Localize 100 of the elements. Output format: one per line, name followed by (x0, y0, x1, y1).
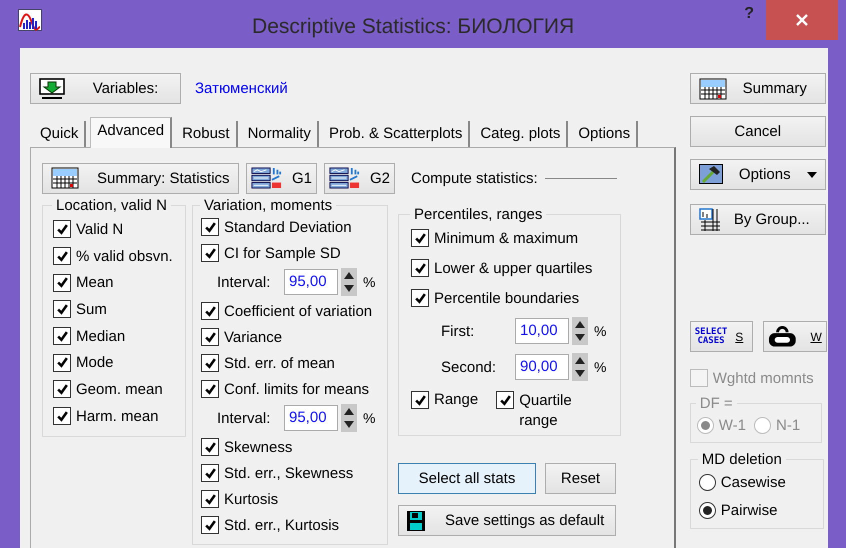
tab[interactable]: Robust (176, 121, 238, 147)
graphs-icon (251, 166, 282, 190)
checkbox-label: Kurtosis (224, 490, 278, 508)
side-button[interactable]: Cancel (690, 116, 826, 147)
field-label: First: (441, 322, 476, 340)
radio-label: N-1 (776, 416, 800, 434)
side-button[interactable]: Summary (690, 73, 826, 104)
tab[interactable]: Advanced (90, 117, 172, 148)
checkbox[interactable] (53, 354, 71, 372)
checkbox[interactable] (201, 380, 219, 398)
side-button[interactable]: By Group... (690, 204, 826, 235)
checkbox-label: Conf. limits for means (224, 380, 370, 398)
checkbox[interactable] (53, 327, 71, 346)
spinner[interactable] (341, 404, 357, 432)
tab[interactable]: Prob. & Scatterplots (322, 121, 470, 147)
tab[interactable]: Quick (34, 121, 86, 147)
checkbox-label: Lower & upper quartiles (434, 260, 592, 276)
side-button[interactable]: Options (690, 159, 826, 190)
radio-button[interactable] (698, 474, 716, 490)
checkbox-label: Std. err., Kurtosis (224, 516, 340, 534)
checkbox-label: Quartile range (519, 391, 573, 431)
checkbox-label: Median (76, 328, 126, 345)
group-title: Variation, moments (203, 197, 334, 214)
checkbox-label: Std. err. of mean (224, 354, 335, 372)
graph-button[interactable]: G2 (324, 162, 395, 194)
checkbox[interactable] (411, 229, 429, 247)
checkbox-label: Mean (76, 274, 114, 292)
checkbox[interactable] (201, 244, 219, 262)
checkbox[interactable] (53, 300, 71, 318)
checkbox-label: Mode (76, 354, 114, 372)
summary-statistics-button[interactable]: Summary: Statistics (42, 162, 239, 194)
checkbox-label: Coefficient of variation (224, 302, 372, 320)
checkbox[interactable] (201, 302, 219, 320)
field-label: Interval: (217, 274, 272, 290)
tab[interactable]: Options (572, 121, 638, 147)
checkbox-label: Std. err., Skewness (224, 464, 354, 482)
unit-label: % (363, 410, 376, 426)
group-title: DF = (698, 395, 734, 412)
unit-label: % (594, 359, 606, 375)
checkbox[interactable] (201, 328, 219, 346)
checkbox-label: Percentile boundaries (434, 290, 580, 306)
checkbox-label: Standard Deviation (224, 218, 352, 236)
tab[interactable]: Categ. plots (474, 121, 568, 147)
checkbox[interactable] (53, 220, 71, 238)
close-button[interactable] (766, 0, 838, 40)
grouping-icon (698, 208, 721, 232)
select-cases-icon: SELECT CASES (694, 328, 728, 346)
checkbox[interactable] (53, 274, 71, 292)
spinner[interactable] (572, 317, 588, 345)
checkbox[interactable] (201, 464, 219, 482)
dropdown-arrow-icon (806, 172, 817, 178)
checkbox[interactable] (53, 247, 71, 266)
checkbox-label: Variance (224, 328, 282, 346)
spinner[interactable] (341, 268, 357, 296)
number-field[interactable]: 95,00 (284, 405, 338, 431)
window-title: Descriptive Statistics: БИОЛОГИЯ (251, 14, 576, 38)
group-title: MD deletion (700, 451, 783, 468)
close-icon (795, 13, 809, 27)
checkbox[interactable] (201, 354, 219, 372)
checkbox-label: Range (434, 391, 478, 408)
checkbox-label: Minimum & maximum (434, 230, 578, 246)
checkbox-label: CI for Sample SD (224, 244, 341, 262)
radio-button[interactable] (698, 502, 716, 518)
checkbox[interactable] (496, 391, 514, 409)
unit-label: % (594, 323, 606, 339)
graphs-icon (329, 166, 360, 190)
field-label: Interval: (217, 410, 272, 426)
select-all-button[interactable]: Select all stats (398, 463, 536, 494)
variables-button[interactable]: Variables: (30, 73, 181, 104)
number-field[interactable]: 95,00 (284, 269, 338, 295)
field-label: Second: (441, 358, 498, 376)
checkbox[interactable] (411, 391, 429, 409)
checkbox-label: Geom. mean (76, 380, 163, 398)
checkbox[interactable] (53, 380, 71, 398)
variables-value: Затюменский (195, 80, 288, 97)
radio-label: Pairwise (720, 502, 778, 518)
number-field[interactable]: 10,00 (515, 318, 569, 344)
checkbox[interactable] (201, 438, 219, 456)
checkbox-label: Harm. mean (76, 408, 159, 425)
unit-label: % (363, 274, 376, 290)
save-default-button[interactable]: Save settings as default (398, 505, 616, 536)
checkbox[interactable] (53, 407, 71, 426)
tab[interactable]: Normality (242, 121, 319, 147)
checkbox[interactable] (201, 516, 219, 534)
chart-icon (18, 9, 42, 31)
checkbox[interactable] (411, 259, 429, 277)
checkbox-label: Wghtd momnts (712, 370, 814, 386)
graph-button[interactable]: G1 (246, 162, 317, 194)
radio-label: W-1 (718, 416, 746, 434)
checkbox[interactable] (411, 289, 429, 307)
checkbox[interactable] (201, 218, 219, 236)
case-button[interactable]: W (762, 321, 827, 352)
number-field[interactable]: 90,00 (515, 354, 569, 380)
checkbox[interactable] (201, 490, 219, 508)
checkbox-label: % valid obsvn. (76, 248, 173, 265)
weight-icon (768, 326, 796, 348)
radio-label: Casewise (720, 474, 786, 490)
spinner[interactable] (572, 353, 588, 381)
reset-button[interactable]: Reset (545, 463, 616, 494)
checkbox-label: Skewness (224, 438, 292, 456)
